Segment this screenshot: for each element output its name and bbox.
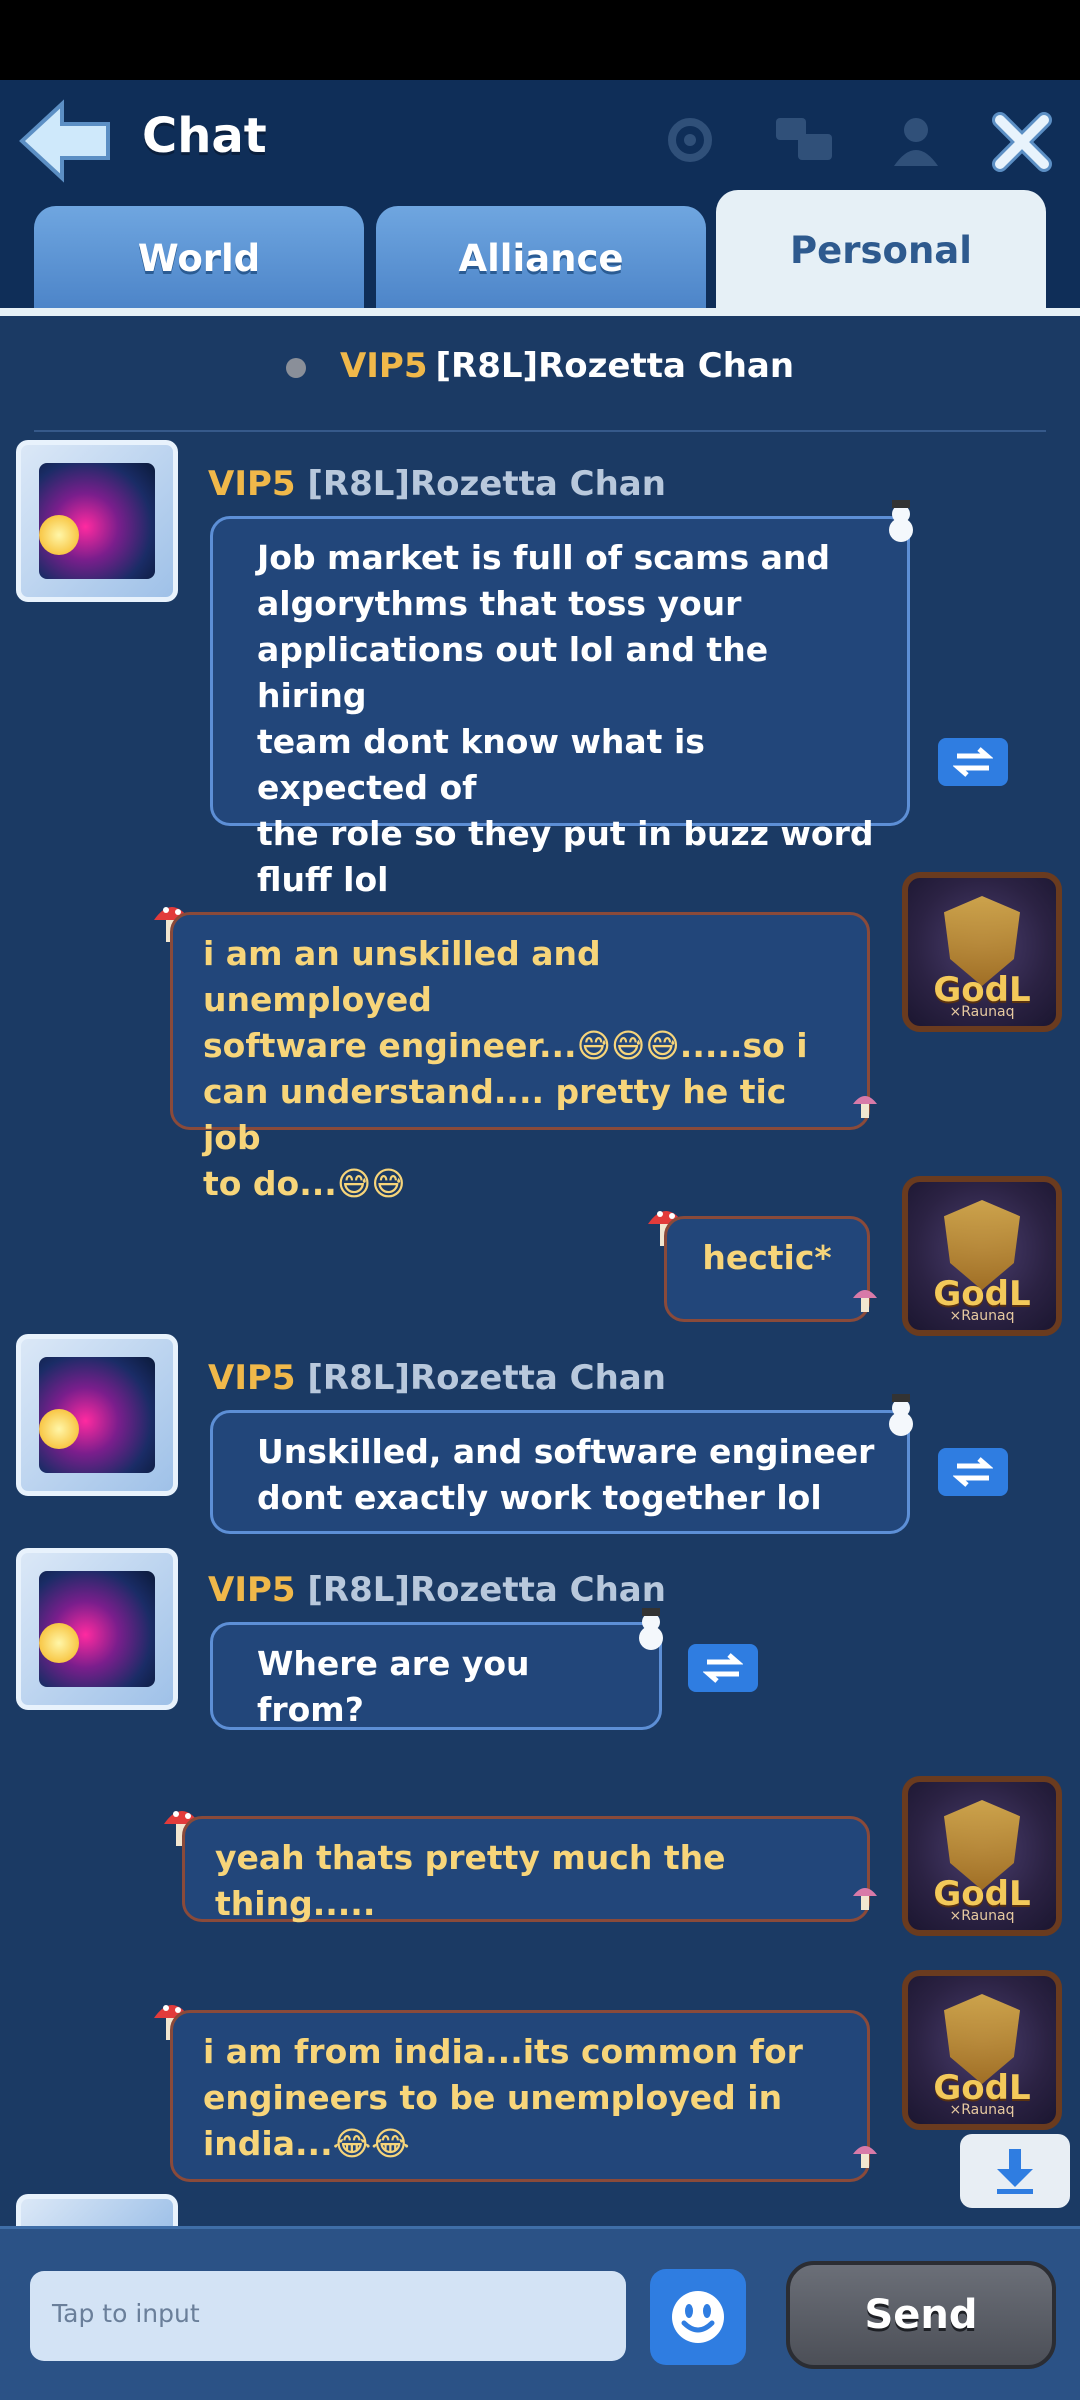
- avatar: [16, 2194, 178, 2228]
- chat-header: Chat World Alliance Personal: [0, 80, 1080, 316]
- avatar[interactable]: GodL ×Raunaq: [902, 1970, 1062, 2130]
- back-arrow-icon: [19, 99, 110, 183]
- translate-button[interactable]: [938, 738, 1008, 786]
- message-bubble: Job market is full of scams and algorythm…: [210, 516, 910, 899]
- translate-icon: [703, 1653, 743, 1683]
- snowman-icon: [889, 1394, 913, 1436]
- tab-underline: [0, 308, 1080, 316]
- vip-badge: VIP5: [339, 346, 428, 386]
- divider: [34, 430, 1046, 432]
- avatar[interactable]: [16, 1548, 178, 1710]
- tab-world[interactable]: World: [34, 206, 364, 310]
- translate-icon: [953, 747, 993, 777]
- message-sender: VIP5 [R8L]Rozetta Chan: [208, 1570, 666, 1610]
- scroll-down-button[interactable]: [960, 2134, 1070, 2208]
- mushroom-icon: [853, 1096, 877, 1118]
- mushroom-icon: [853, 1290, 877, 1312]
- chat-input-bar: Tap to input Send: [0, 2226, 1080, 2400]
- status-bar: [0, 0, 1080, 80]
- online-status-dot: [285, 357, 306, 378]
- message-sender: VIP5 [R8L]Rozetta Chan: [208, 464, 666, 504]
- back-button[interactable]: [14, 98, 114, 184]
- conversation-title: VIP5 [R8L]Rozetta Chan: [0, 346, 1080, 386]
- person-icon[interactable]: [888, 112, 944, 168]
- avatar[interactable]: GodL ×Raunaq: [902, 1176, 1062, 1336]
- message-bubble: Unskilled, and software engineer dont exa…: [210, 1410, 910, 1534]
- message-bubble: hectic*: [664, 1216, 870, 1322]
- conversation-name: [R8L]Rozetta Chan: [435, 346, 795, 386]
- settings-icon[interactable]: [662, 112, 718, 168]
- message-bubble: Where are you from?: [210, 1622, 662, 1730]
- page-title: Chat: [142, 108, 267, 164]
- avatar[interactable]: [16, 440, 178, 602]
- avatar[interactable]: GodL ×Raunaq: [902, 1776, 1062, 1936]
- emoji-icon: [672, 2291, 724, 2343]
- avatar[interactable]: GodL ×Raunaq: [902, 872, 1062, 1032]
- translate-button[interactable]: [688, 1644, 758, 1692]
- tab-alliance[interactable]: Alliance: [376, 206, 706, 310]
- message-bubble: yeah thats pretty much the thing.....: [182, 1816, 870, 1923]
- mushroom-icon: [853, 1888, 877, 1910]
- message-bubble: i am from india...its common for engineer…: [170, 2010, 870, 2182]
- translate-icon: [953, 1457, 993, 1487]
- message-sender: VIP5 [R8L]Rozetta Chan: [208, 1358, 666, 1398]
- snowman-icon: [889, 500, 913, 542]
- send-button[interactable]: Send: [786, 2261, 1056, 2369]
- avatar[interactable]: [16, 1334, 178, 1496]
- message-input[interactable]: Tap to input: [30, 2271, 626, 2361]
- message-bubble: i am an unskilled and unemployed software…: [170, 912, 870, 1203]
- scroll-down-icon: [997, 2149, 1033, 2194]
- close-icon[interactable]: [990, 110, 1054, 174]
- translate-button[interactable]: [938, 1448, 1008, 1496]
- emoji-button[interactable]: [650, 2269, 746, 2365]
- tab-personal[interactable]: Personal: [716, 190, 1046, 310]
- snowman-icon: [639, 1608, 663, 1650]
- group-icon[interactable]: [772, 112, 836, 168]
- mushroom-icon: [853, 2146, 877, 2168]
